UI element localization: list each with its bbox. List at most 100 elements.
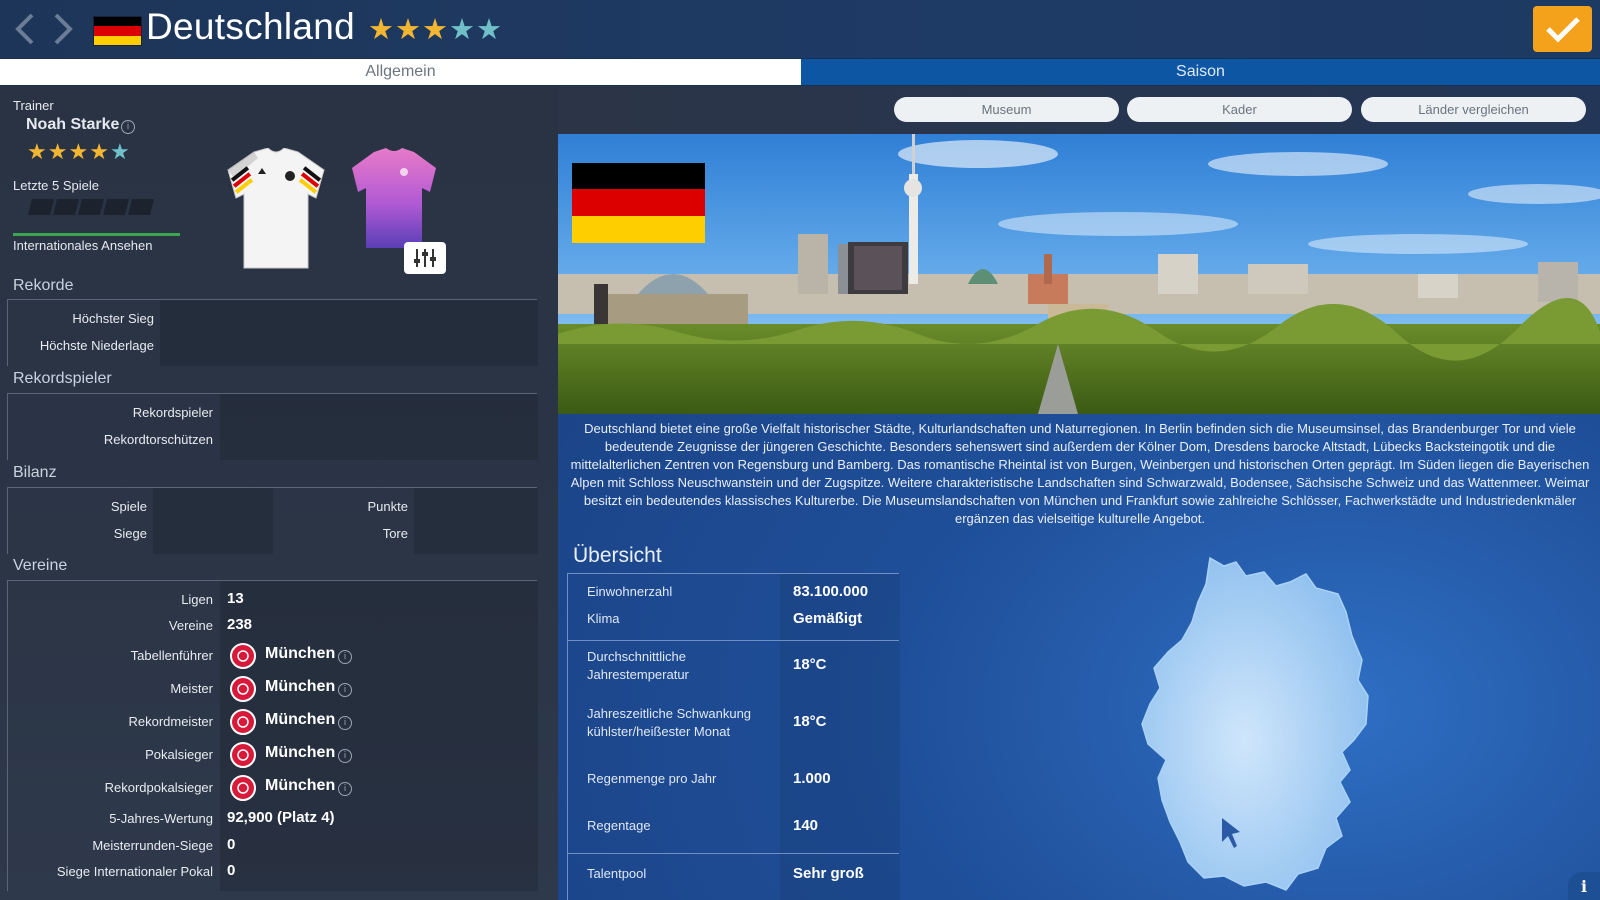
champions-round-value: 0 xyxy=(227,836,236,853)
rain-days-label: Regentage xyxy=(587,818,651,833)
leagues-label: Ligen xyxy=(181,592,213,607)
record-players-values xyxy=(220,394,538,460)
cup-winner-label: Pokalsieger xyxy=(145,747,213,762)
population-value: 83.100.000 xyxy=(793,583,869,600)
trainer-label: Trainer xyxy=(13,98,54,113)
games-label: Spiele xyxy=(110,499,147,514)
population-label: Einwohnerzahl xyxy=(587,584,673,599)
climate-value: Gemäßigt xyxy=(793,610,863,627)
clubs-values xyxy=(220,581,538,891)
star-icon: ★ xyxy=(47,140,68,165)
star-icon: ★ xyxy=(368,12,394,46)
wins-label: Siege xyxy=(113,526,147,541)
rain-days-value: 140 xyxy=(793,817,819,834)
star-icon: ★ xyxy=(395,12,421,46)
clubs-box xyxy=(7,581,8,891)
tab-general[interactable]: Allgemein xyxy=(0,59,801,85)
champion-label: Meister xyxy=(170,681,213,696)
info-button[interactable]: i xyxy=(1568,872,1600,900)
record-players-title: Rekordspieler xyxy=(13,370,112,387)
star-icon: ★ xyxy=(68,140,89,165)
variation-value: 18°C xyxy=(793,713,827,730)
info-icon[interactable]: i xyxy=(338,650,352,664)
cup-winner-club[interactable]: München xyxy=(265,744,335,762)
clubs-title: Vereine xyxy=(13,557,68,574)
info-icon[interactable]: i xyxy=(338,683,352,697)
record-player-label: Rekordspieler xyxy=(132,405,213,420)
intl-cup-value: 0 xyxy=(227,862,236,879)
trainer-name[interactable]: Noah Starke xyxy=(26,116,119,134)
star-icon: ★ xyxy=(476,12,502,46)
info-icon[interactable]: i xyxy=(338,716,352,730)
last-five-label: Letzte 5 Spiele xyxy=(13,178,100,193)
star-icon: ★ xyxy=(89,140,109,165)
club-crest-icon[interactable] xyxy=(230,775,256,801)
berlin-skyline-image xyxy=(558,134,1600,414)
club-crest-icon[interactable] xyxy=(230,643,256,669)
records-box xyxy=(7,300,8,366)
champion-club[interactable]: München xyxy=(265,678,335,696)
talent-label: Talentpool xyxy=(587,866,647,881)
trainer-rating: ★ ★ ★ ★ ★ xyxy=(27,140,130,165)
table-leader-label: Tabellenführer xyxy=(130,648,213,663)
info-icon[interactable]: i xyxy=(338,749,352,763)
divider xyxy=(567,853,899,854)
variation-label: Jahreszeitliche Schwankung kühlster/heiß… xyxy=(587,706,752,739)
star-icon: ★ xyxy=(449,12,475,46)
country-title: Deutschland xyxy=(146,6,355,47)
star-icon: ★ xyxy=(109,140,130,165)
five-year-label: 5-Jahres-Wertung xyxy=(109,811,213,826)
kit-settings-button[interactable] xyxy=(404,242,446,274)
squad-button[interactable]: Kader xyxy=(1127,97,1352,122)
champions-round-label: Meisterrunden-Siege xyxy=(92,838,213,853)
balance-box xyxy=(7,488,8,554)
club-crest-icon[interactable] xyxy=(230,742,256,768)
goals-label: Tore xyxy=(382,526,408,541)
country-rating: ★ ★ ★ ★ ★ xyxy=(368,12,502,46)
away-jersey-icon[interactable] xyxy=(348,148,440,256)
back-arrow-icon[interactable] xyxy=(8,12,42,46)
confirm-button[interactable] xyxy=(1533,6,1592,52)
info-icon[interactable]: i xyxy=(121,120,135,134)
record-champion-club[interactable]: München xyxy=(265,711,335,729)
compare-countries-button[interactable]: Länder vergleichen xyxy=(1361,97,1586,122)
talent-value: Sehr groß xyxy=(793,865,864,882)
rain-label: Regenmenge pro Jahr xyxy=(587,771,717,786)
table-leader-club[interactable]: München xyxy=(265,645,335,663)
star-icon: ★ xyxy=(422,12,448,46)
museum-button[interactable]: Museum xyxy=(894,97,1119,122)
overview-title: Übersicht xyxy=(573,544,662,567)
records-title: Rekorde xyxy=(13,277,74,294)
records-values xyxy=(160,300,538,366)
divider xyxy=(567,640,899,641)
balance-values-left xyxy=(153,488,273,554)
record-champion-label: Rekordmeister xyxy=(128,714,213,729)
germany-map[interactable] xyxy=(1140,556,1400,900)
record-players-box xyxy=(7,394,8,460)
germany-flag-icon xyxy=(93,16,142,46)
check-icon xyxy=(1545,17,1580,43)
last-five-results xyxy=(28,199,158,219)
avg-temp-value: 18°C xyxy=(793,656,827,673)
club-crest-icon[interactable] xyxy=(230,709,256,735)
intl-cup-label: Siege Internationaler Pokal xyxy=(56,864,213,879)
rain-value: 1.000 xyxy=(793,770,831,787)
star-icon: ★ xyxy=(27,140,47,165)
five-year-value: 92,900 (Platz 4) xyxy=(227,809,335,826)
record-cup-club[interactable]: München xyxy=(265,777,335,795)
country-description: Deutschland bietet eine große Vielfalt h… xyxy=(570,421,1590,526)
home-jersey-icon[interactable] xyxy=(224,147,328,276)
climate-label: Klima xyxy=(587,611,620,626)
avg-temp-label: Durchschnittliche Jahrestemperatur xyxy=(587,649,689,682)
tab-season[interactable]: Saison xyxy=(801,59,1600,85)
club-crest-icon[interactable] xyxy=(230,676,256,702)
forward-arrow-icon[interactable] xyxy=(46,12,80,46)
info-icon[interactable]: i xyxy=(338,782,352,796)
points-label: Punkte xyxy=(367,499,408,514)
record-scorer-label: Rekordtorschützen xyxy=(103,432,213,447)
balance-title: Bilanz xyxy=(13,464,57,481)
clubs-label: Vereine xyxy=(168,618,213,633)
header-bar: Deutschland ★ ★ ★ ★ ★ xyxy=(0,0,1600,58)
balance-values-right xyxy=(414,488,538,554)
info-icon: i xyxy=(1580,876,1588,896)
